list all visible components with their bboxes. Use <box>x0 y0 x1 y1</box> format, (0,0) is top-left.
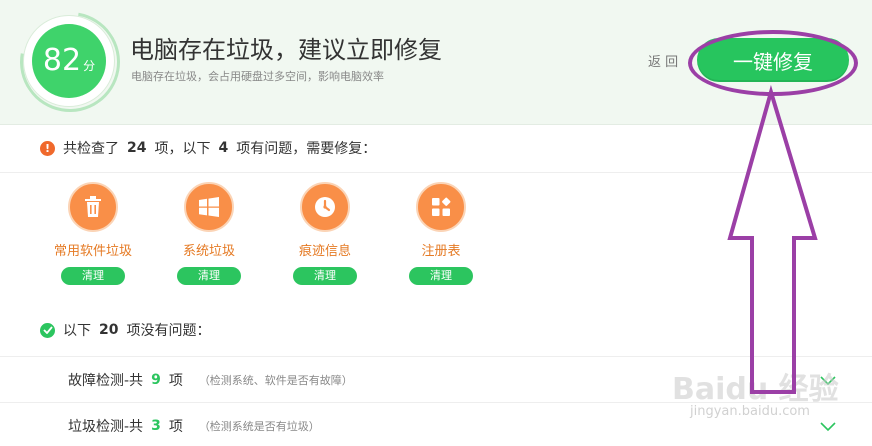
detail-note: （检测系统、软件是否有故障） <box>198 374 353 387</box>
issue-item-software-junk: 常用软件垃圾 清理 <box>48 182 138 285</box>
no-problem-summary: 以下 20 项没有问题： <box>40 320 210 340</box>
clean-button[interactable]: 清理 <box>177 267 241 285</box>
trash-icon <box>68 182 118 232</box>
ok-text-1: 以下 <box>63 323 91 339</box>
detail-title: 垃圾检测-共 <box>68 419 144 435</box>
score-value: 82 <box>42 43 82 78</box>
issue-item-system-junk: 系统垃圾 清理 <box>164 182 254 285</box>
clean-button[interactable]: 清理 <box>61 267 125 285</box>
issue-label: 痕迹信息 <box>298 244 351 259</box>
check-summary: ! 共检查了 24 项，以下 4 项有问题，需要修复： <box>40 138 376 158</box>
divider <box>0 172 872 173</box>
summary-text-1: 共检查了 <box>63 141 119 157</box>
detail-row-junk-check: 垃圾检测-共 3 项 （检测系统是否有垃圾） <box>68 416 320 436</box>
history-icon <box>300 182 350 232</box>
detail-unit: 项 <box>168 419 183 435</box>
summary-text-2: 项，以下 <box>154 141 211 157</box>
detail-title: 故障检测-共 <box>68 373 144 389</box>
divider <box>0 356 872 357</box>
summary-problems: 4 <box>218 140 229 156</box>
issue-label: 常用软件垃圾 <box>53 244 132 259</box>
detail-note: （检测系统是否有垃圾） <box>198 420 320 433</box>
summary-total: 24 <box>127 140 147 156</box>
page-title: 电脑存在垃圾，建议立即修复 <box>130 36 442 64</box>
detail-count: 9 <box>151 372 161 388</box>
watermark-brand: Baidu 经验 <box>672 372 839 407</box>
check-icon <box>40 322 55 338</box>
summary-text-3: 项有问题，需要修复： <box>236 141 377 157</box>
detail-count: 3 <box>151 418 161 434</box>
one-click-fix-button[interactable]: 一键修复 <box>697 38 849 82</box>
registry-icon <box>416 182 466 232</box>
score-gauge: 82 分 <box>24 16 114 106</box>
clean-button[interactable]: 清理 <box>409 267 473 285</box>
issue-label: 注册表 <box>421 244 461 259</box>
page-subtitle: 电脑存在垃圾，会占用硬盘过多空间，影响电脑效率 <box>131 70 384 83</box>
detail-unit: 项 <box>168 373 183 389</box>
ok-text-2: 项没有问题： <box>126 323 211 339</box>
issue-item-registry: 注册表 清理 <box>396 182 486 285</box>
warning-icon: ! <box>40 140 55 156</box>
windows-icon <box>184 182 234 232</box>
chevron-down-icon[interactable] <box>820 422 836 432</box>
back-button[interactable]: 返 回 <box>648 51 678 70</box>
score-unit: 分 <box>83 58 96 73</box>
issue-item-traces: 痕迹信息 清理 <box>280 182 370 285</box>
detail-row-fault-check: 故障检测-共 9 项 （检测系统、软件是否有故障） <box>68 370 353 390</box>
score-circle: 82 分 <box>32 24 106 98</box>
watermark-url: jingyan.baidu.com <box>690 404 810 419</box>
issue-label: 系统垃圾 <box>182 244 235 259</box>
ok-count: 20 <box>99 322 119 338</box>
clean-button[interactable]: 清理 <box>293 267 357 285</box>
status-header: 82 分 电脑存在垃圾，建议立即修复 电脑存在垃圾，会占用硬盘过多空间，影响电脑… <box>0 0 872 125</box>
